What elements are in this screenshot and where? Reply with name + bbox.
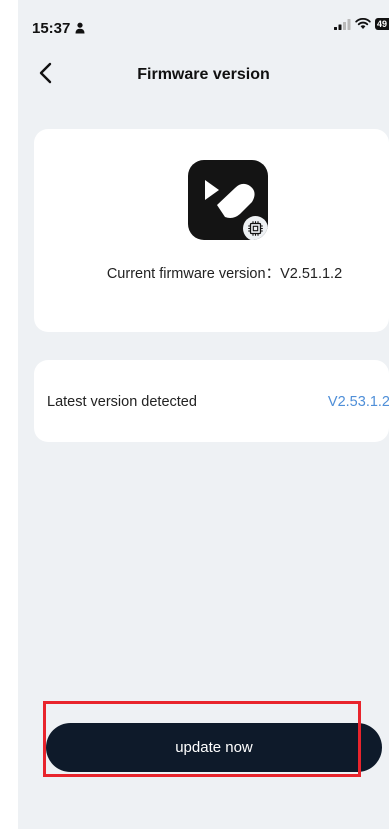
current-firmware-version: Current firmware version：V2.51.1.2: [106, 266, 343, 282]
status-time: 15:37: [32, 20, 85, 37]
app-logo-icon: [188, 160, 268, 240]
latest-version-card: Latest version detected V2.53.1.2: [34, 360, 389, 442]
latest-version-label: Latest version detected: [47, 394, 197, 410]
signal-icon: [334, 18, 351, 30]
person-icon: [75, 22, 85, 34]
page-title: Firmware version: [137, 66, 270, 83]
nav-bar: Firmware version: [18, 52, 389, 96]
latest-version-value: V2.53.1.2: [327, 394, 389, 410]
app-screen: 15:37 49 Firmware version Current firmwa…: [18, 0, 389, 829]
status-time-text: 15:37: [32, 20, 71, 37]
chip-icon: [248, 221, 263, 236]
battery-level: 49: [377, 19, 388, 29]
current-firmware-card: Current firmware version：V2.51.1.2: [34, 129, 389, 332]
wifi-icon: [355, 18, 371, 29]
battery-icon: 49: [375, 18, 389, 30]
status-icons: 49: [334, 18, 389, 30]
update-now-button[interactable]: update now: [46, 723, 382, 772]
chip-badge: [243, 216, 268, 240]
status-bar: 15:37 49: [18, 0, 389, 44]
